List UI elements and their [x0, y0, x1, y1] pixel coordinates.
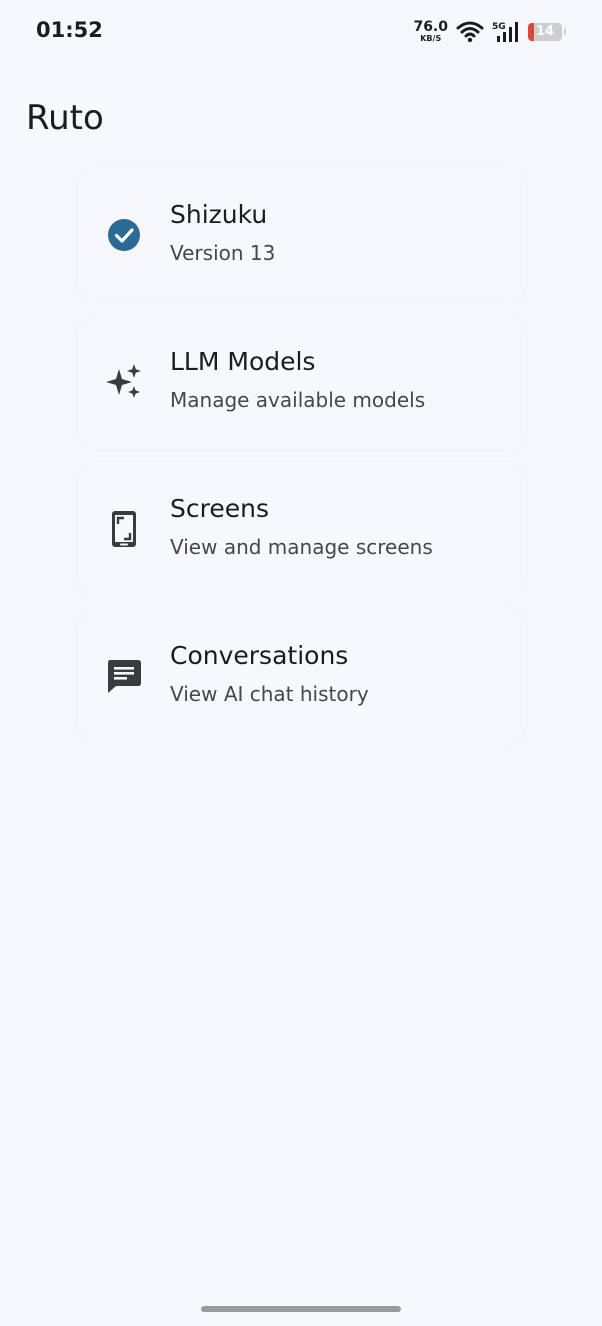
battery-level: 14 — [535, 24, 555, 39]
gesture-navigation-bar[interactable] — [201, 1306, 401, 1312]
page-title: Ruto — [26, 98, 104, 138]
signal-icon: 5G — [492, 21, 520, 43]
menu-item-title: Shizuku — [170, 200, 268, 229]
status-bar: 01:52 76.0 KB/S 5G 14 — [0, 0, 602, 66]
sparkles-icon — [105, 363, 143, 401]
status-icons: 76.0 KB/S 5G 14 — [413, 20, 566, 43]
menu-item-subtitle: View and manage screens — [170, 535, 433, 559]
menu-item-shizuku[interactable]: Shizuku Version 13 — [78, 168, 526, 302]
menu-item-subtitle: Manage available models — [170, 388, 426, 412]
network-speed: 76.0 KB/S — [413, 20, 448, 43]
battery-fill — [528, 22, 534, 41]
menu-item-subtitle: Version 13 — [170, 241, 276, 265]
battery-icon: 14 — [528, 22, 562, 41]
battery-tip — [564, 28, 566, 35]
menu-item-llm-models[interactable]: LLM Models Manage available models — [78, 315, 526, 449]
status-time: 01:52 — [36, 18, 103, 42]
check-circle-icon — [105, 216, 143, 254]
phone-screen-icon — [105, 510, 143, 548]
network-speed-value: 76.0 — [413, 19, 448, 35]
menu-item-title: Screens — [170, 494, 269, 523]
menu-list: Shizuku Version 13 LLM Models Manage ava… — [78, 168, 526, 756]
menu-item-title: Conversations — [170, 641, 349, 670]
menu-item-title: LLM Models — [170, 347, 316, 376]
menu-item-screens[interactable]: Screens View and manage screens — [78, 462, 526, 596]
chat-icon — [105, 657, 143, 695]
network-type-label: 5G — [492, 22, 506, 32]
menu-item-subtitle: View AI chat history — [170, 682, 369, 706]
menu-item-conversations[interactable]: Conversations View AI chat history — [78, 609, 526, 743]
network-speed-unit: KB/S — [420, 34, 442, 43]
wifi-icon — [456, 21, 484, 43]
